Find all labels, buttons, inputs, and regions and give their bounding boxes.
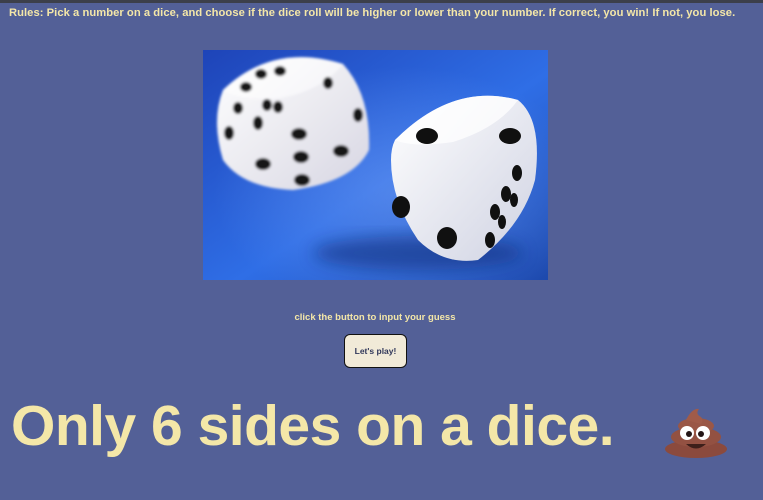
dice-sides-heading: Only 6 sides on a dice. xyxy=(11,394,615,458)
lets-play-button[interactable]: Let's play! xyxy=(344,334,407,368)
dice-photo xyxy=(203,50,548,280)
guess-prompt: click the button to input your guess xyxy=(294,312,456,323)
pile-of-poo-icon xyxy=(665,408,727,458)
browser-top-strip xyxy=(0,0,763,3)
rules-text: Rules: Pick a number on a dice, and choo… xyxy=(9,7,736,19)
